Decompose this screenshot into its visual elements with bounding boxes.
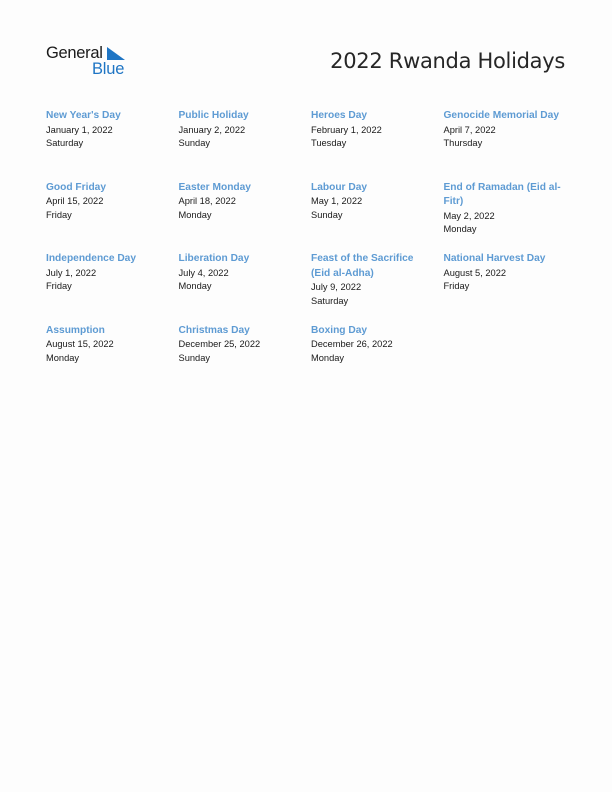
holiday-date: April 15, 2022	[46, 196, 104, 206]
holiday-name: National Harvest Day	[443, 253, 546, 264]
holiday-name: Heroes Day	[311, 110, 368, 121]
holiday-entry: End of Ramadan (Eid al-Fitr) May 2, 2022…	[444, 181, 577, 253]
holiday-date: April 18, 2022	[178, 196, 236, 206]
holiday-weekday: Tuesday	[311, 138, 347, 149]
holiday-date: May 1, 2022	[311, 196, 363, 206]
holiday-name: New Year's Day	[46, 110, 121, 121]
holiday-date: December 26, 2022	[311, 339, 393, 349]
holiday-weekday: Monday	[46, 352, 80, 363]
holiday-weekday: Friday	[443, 281, 470, 292]
holiday-date: April 7, 2022	[443, 124, 496, 135]
holiday-weekday: Monday	[178, 209, 212, 220]
holiday-entry: New Year's Day January 1, 2022 Saturday	[46, 109, 179, 181]
holiday-weekday: Saturday	[311, 295, 349, 306]
logo-text-blue: Blue	[92, 60, 125, 78]
holiday-weekday: Sunday	[178, 138, 211, 149]
holiday-name: Christmas Day	[178, 324, 250, 336]
holiday-name: Labour Day	[311, 181, 368, 193]
holiday-date: December 25, 2022	[178, 339, 261, 349]
holiday-name: Boxing Day	[311, 324, 368, 336]
holiday-name: Feast of the Sacrifice (Eid al-Adha)	[311, 253, 414, 279]
holiday-entry: Labour Day May 1, 2022 Sunday	[311, 181, 444, 253]
holiday-entry: Christmas Day December 25, 2022 Sunday	[179, 324, 312, 396]
holiday-date: August 15, 2022	[46, 339, 114, 349]
holiday-weekday: Saturday	[46, 138, 84, 149]
holiday-entry: Feast of the Sacrifice (Eid al-Adha) Jul…	[311, 252, 444, 324]
holiday-date: January 2, 2022	[178, 124, 246, 135]
holiday-weekday: Monday	[443, 224, 477, 235]
holiday-entry: Easter Monday April 18, 2022 Monday	[179, 181, 312, 253]
holiday-date: July 1, 2022	[46, 267, 97, 278]
holiday-name: End of Ramadan (Eid al-Fitr)	[443, 181, 561, 208]
holiday-entry: Independence Day July 1, 2022 Friday	[46, 252, 179, 324]
holiday-weekday: Friday	[46, 209, 72, 220]
holiday-date: January 1, 2022	[46, 124, 113, 135]
holiday-name: Assumption	[46, 324, 105, 336]
holiday-name: Public Holiday	[178, 110, 249, 121]
holiday-weekday: Thursday	[443, 138, 483, 149]
holiday-weekday: Sunday	[178, 352, 211, 363]
holiday-name: Independence Day	[46, 253, 137, 264]
holiday-weekday: Monday	[178, 281, 212, 292]
holiday-entry: Assumption August 15, 2022 Monday	[46, 324, 179, 396]
holiday-entry: Genocide Memorial Day April 7, 2022 Thur…	[444, 109, 577, 181]
holiday-weekday: Sunday	[311, 209, 343, 220]
holiday-name: Good Friday	[46, 181, 106, 193]
holiday-name: Genocide Memorial Day	[443, 110, 560, 121]
holiday-name: Liberation Day	[178, 253, 250, 264]
holiday-grid: New Year's Day January 1, 2022 Saturday …	[46, 109, 576, 395]
generalblue-logo: General Blue	[46, 44, 136, 80]
holiday-entry: National Harvest Day August 5, 2022 Frid…	[444, 252, 577, 324]
holiday-entry: Boxing Day December 26, 2022 Monday	[311, 324, 444, 396]
holiday-date: February 1, 2022	[311, 124, 382, 135]
holiday-entry: Public Holiday January 2, 2022 Sunday	[179, 109, 312, 181]
holiday-date: August 5, 2022	[443, 267, 507, 278]
page-title: 2022 Rwanda Holidays	[330, 49, 565, 73]
holiday-weekday: Friday	[46, 281, 72, 292]
holiday-entry: Liberation Day July 4, 2022 Monday	[179, 252, 312, 324]
holiday-weekday: Monday	[311, 352, 345, 363]
holiday-entry: Heroes Day February 1, 2022 Tuesday	[311, 109, 444, 181]
logo-triangle-icon	[107, 47, 125, 60]
holiday-date: May 2, 2022	[443, 210, 495, 221]
holiday-date: July 9, 2022	[311, 282, 362, 292]
holiday-date: July 4, 2022	[178, 267, 229, 278]
holiday-name: Easter Monday	[178, 181, 251, 193]
holiday-entry: Good Friday April 15, 2022 Friday	[46, 181, 179, 253]
